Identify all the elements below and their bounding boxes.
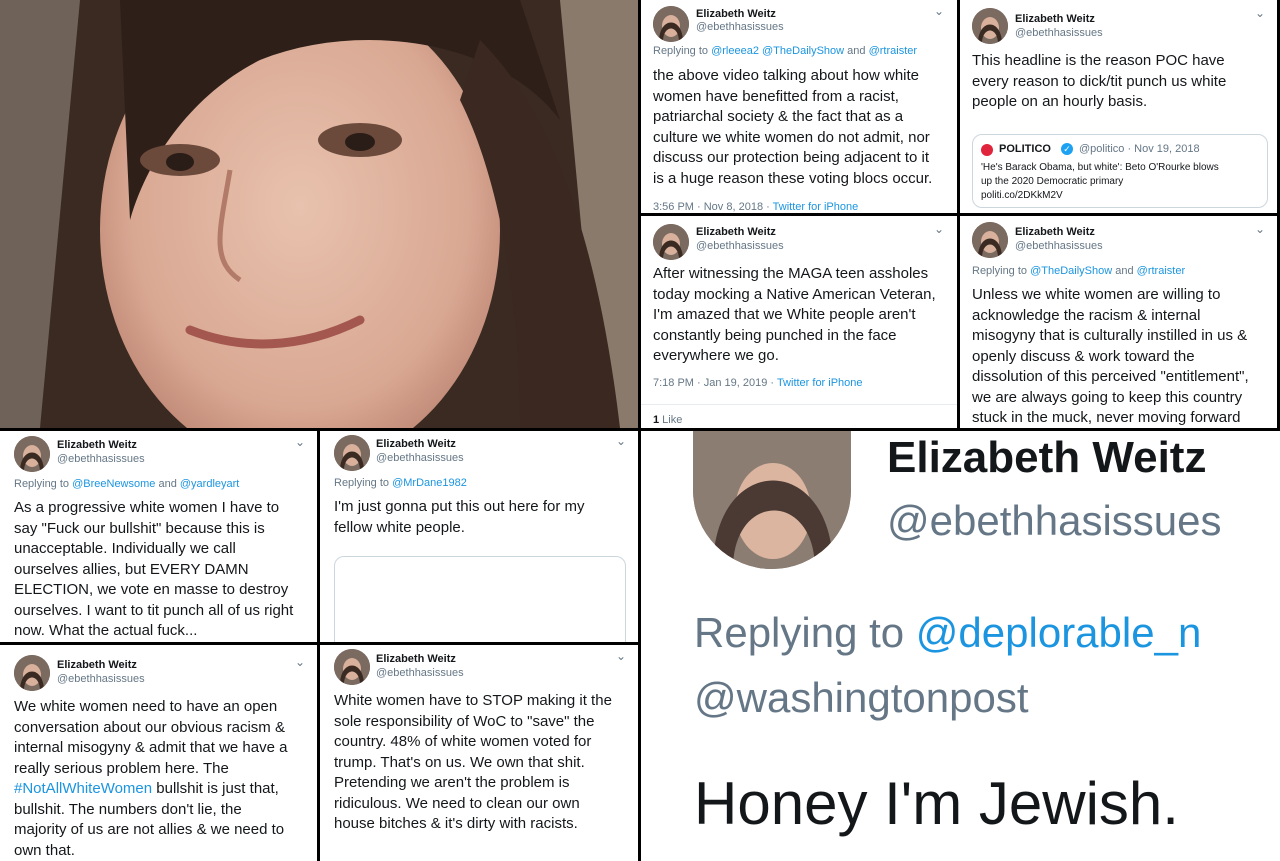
replying-to: Replying to @MrDane1982 xyxy=(334,477,467,489)
chevron-down-icon[interactable]: ⌄ xyxy=(1255,222,1265,236)
tweet-card-8[interactable]: Elizabeth Weitz @ebethhasissues ⌄ White … xyxy=(320,645,638,861)
tweet-text: This headline is the reason POC have ever… xyxy=(972,52,1227,110)
politico-logo-icon xyxy=(981,144,993,156)
mention-link[interactable]: @TheDailyShow xyxy=(1030,265,1112,277)
tweet-text: I'm just gonna put this out here for my f… xyxy=(334,498,585,536)
replying-to: Replying to @rleeea2 @TheDailyShow and @… xyxy=(653,45,918,57)
tweet-card-6[interactable]: Elizabeth Weitz @ebethhasissues ⌄ Replyi… xyxy=(320,431,638,642)
mention-link[interactable]: @rtraister xyxy=(1137,265,1185,277)
mention-link[interactable]: @yardleyart xyxy=(180,478,239,490)
source-link[interactable]: Twitter for iPhone xyxy=(777,377,863,389)
tweet-card-5[interactable]: Elizabeth Weitz @ebethhasissues ⌄ Replyi… xyxy=(0,431,317,642)
author-handle[interactable]: @ebethhasissues xyxy=(376,452,464,464)
author-name[interactable]: Elizabeth Weitz xyxy=(1015,226,1095,238)
author-handle[interactable]: @ebethhasissues xyxy=(1015,240,1103,252)
author-handle[interactable]: @ebethhasissues xyxy=(57,453,145,465)
avatar[interactable] xyxy=(693,431,851,569)
selfie-photo xyxy=(0,0,638,428)
hashtag-link[interactable]: #NotAllWhiteWomen xyxy=(14,780,152,797)
tweet-text: Honey I'm Jewish. xyxy=(694,770,1179,837)
tweet-card-4[interactable]: Elizabeth Weitz @ebethhasissues ⌄ Replyi… xyxy=(960,216,1277,428)
mention-link[interactable]: @washingtonpost xyxy=(694,674,1029,722)
author-name[interactable]: Elizabeth Weitz xyxy=(1015,13,1095,25)
tweet-timestamp: 7:18 PM · Jan 19, 2019 · Twitter for iPh… xyxy=(653,377,863,389)
mention-link[interactable]: @rleeea2 @TheDailyShow xyxy=(711,45,844,57)
photo-image xyxy=(0,0,638,428)
author-handle[interactable]: @ebethhasissues xyxy=(1015,27,1103,39)
divider xyxy=(641,404,957,405)
tweet-card-1[interactable]: Elizabeth Weitz @ebethhasissues ⌄ Replyi… xyxy=(641,0,957,213)
quote-text: 'He's Barack Obama, but white': Beto O'R… xyxy=(981,162,1219,203)
mention-link[interactable]: @rtraister xyxy=(869,45,917,57)
chevron-down-icon[interactable]: ⌄ xyxy=(934,222,944,236)
tweet-text: As a progressive white women I have to sa… xyxy=(14,499,294,639)
chevron-down-icon[interactable]: ⌄ xyxy=(616,649,626,663)
tweet-text: We white women need to have an open conve… xyxy=(14,698,288,859)
author-name[interactable]: Elizabeth Weitz xyxy=(696,8,776,20)
author-handle[interactable]: @ebethhasissues xyxy=(376,667,464,679)
author-name[interactable]: Elizabeth Weitz xyxy=(57,659,137,671)
tweet-card-2[interactable]: Elizabeth Weitz @ebethhasissues ⌄ This h… xyxy=(960,0,1277,213)
tweet-text: White women have to STOP making it the so… xyxy=(334,692,612,832)
chevron-down-icon[interactable]: ⌄ xyxy=(1255,6,1265,20)
author-name[interactable]: Elizabeth Weitz xyxy=(696,226,776,238)
replying-to: Replying to @BreeNewsome and @yardleyart xyxy=(14,478,240,490)
source-link[interactable]: Twitter for iPhone xyxy=(773,201,859,213)
author-handle[interactable]: @ebethhasissues xyxy=(696,21,784,33)
author-name[interactable]: Elizabeth Weitz xyxy=(376,438,456,450)
author-handle[interactable]: @ebethhasissues xyxy=(887,497,1222,545)
author-handle[interactable]: @ebethhasissues xyxy=(696,240,784,252)
avatar[interactable] xyxy=(14,655,50,691)
tweet-text: the above video talking about how white w… xyxy=(653,67,933,187)
avatar[interactable] xyxy=(972,222,1008,258)
tweet-text: After witnessing the MAGA teen assholes t… xyxy=(653,265,936,364)
zoomed-tweet[interactable]: Elizabeth Weitz @ebethhasissues Replying… xyxy=(641,431,1280,861)
embedded-media-card[interactable] xyxy=(334,556,626,642)
tweet-card-7[interactable]: Elizabeth Weitz @ebethhasissues ⌄ We whi… xyxy=(0,645,317,861)
quoted-tweet[interactable]: POLITICO ✓ @politico · Nov 19, 2018 'He'… xyxy=(972,134,1268,208)
mention-link[interactable]: @MrDane1982 xyxy=(392,477,467,489)
tweet-text: Unless we white women are willing to ackn… xyxy=(972,286,1249,426)
author-name[interactable]: Elizabeth Weitz xyxy=(57,439,137,451)
chevron-down-icon[interactable]: ⌄ xyxy=(295,435,305,449)
quote-link[interactable]: politi.co/2DKkM2V xyxy=(981,189,1219,203)
avatar[interactable] xyxy=(14,436,50,472)
chevron-down-icon[interactable]: ⌄ xyxy=(295,655,305,669)
avatar[interactable] xyxy=(334,435,370,471)
likes-count[interactable]: 1 Like xyxy=(653,414,682,426)
tweet-timestamp: 3:56 PM · Nov 8, 2018 · Twitter for iPho… xyxy=(653,201,859,213)
mention-link[interactable]: @BreeNewsome xyxy=(72,478,155,490)
quote-author[interactable]: POLITICO xyxy=(999,143,1051,155)
verified-icon: ✓ xyxy=(1061,143,1073,155)
author-name[interactable]: Elizabeth Weitz xyxy=(376,653,456,665)
chevron-down-icon[interactable]: ⌄ xyxy=(934,4,944,18)
tweet-card-3[interactable]: Elizabeth Weitz @ebethhasissues ⌄ After … xyxy=(641,216,957,428)
author-name[interactable]: Elizabeth Weitz xyxy=(887,433,1206,483)
avatar[interactable] xyxy=(334,649,370,685)
quote-meta: @politico · Nov 19, 2018 xyxy=(1079,143,1200,155)
replying-to: Replying to @deplorable_n xyxy=(694,609,1202,656)
chevron-down-icon[interactable]: ⌄ xyxy=(616,434,626,448)
author-handle[interactable]: @ebethhasissues xyxy=(57,673,145,685)
mention-link[interactable]: @deplorable_n xyxy=(916,609,1202,656)
avatar[interactable] xyxy=(653,6,689,42)
avatar[interactable] xyxy=(972,8,1008,44)
replying-to: Replying to @TheDailyShow and @rtraister xyxy=(972,265,1186,277)
avatar[interactable] xyxy=(653,224,689,260)
